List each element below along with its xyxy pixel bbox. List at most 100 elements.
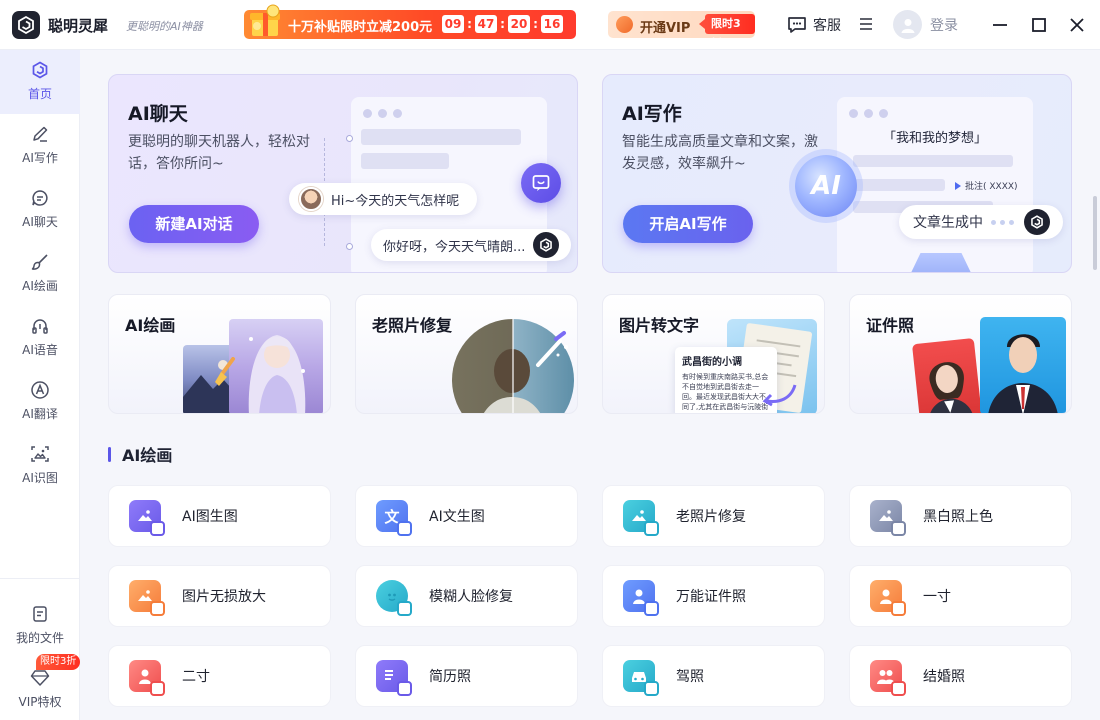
- feature-ai-painting[interactable]: AI绘画: [108, 294, 331, 414]
- sidebar-item-home[interactable]: 首页: [0, 50, 80, 114]
- vip-discount-badge: 限时3折: [699, 14, 755, 50]
- wedding-photo-icon: [870, 660, 906, 696]
- tool-label: AI文生图: [429, 509, 485, 525]
- sidebar-item-label: AI语音: [22, 343, 58, 357]
- tool-label: 二寸: [182, 669, 210, 685]
- sidebar-item-ai-writing[interactable]: AI写作: [0, 114, 80, 178]
- tool-text-to-image[interactable]: 文 AI文生图: [355, 485, 578, 547]
- magic-wand-icon: [536, 331, 568, 367]
- promo-banner[interactable]: 十万补贴限时立减200元 09 : 47 : 20 : 16: [244, 4, 576, 39]
- user-message-bubble: Hi~今天的天气怎样呢: [289, 183, 477, 215]
- sidebar-item-label: AI翻译: [22, 407, 58, 421]
- blue-background-id-photo: [980, 317, 1066, 413]
- app-logo-icon: [1024, 209, 1050, 235]
- timer-seconds: 20: [508, 15, 530, 33]
- tool-lossless-upscale[interactable]: 图片无损放大: [108, 565, 331, 627]
- upscale-icon: [129, 580, 165, 616]
- extracted-text-body: 有时候到重庆南路买书,总会不自觉地到武昌街去走一回。最近发现武昌街大大不同了,尤…: [682, 373, 769, 411]
- chat-bubble-icon: [788, 17, 806, 33]
- hero-description: 智能生成高质量文章和文案，激发灵感，效率飙升~: [622, 134, 818, 172]
- home-icon: [29, 59, 51, 81]
- document-title: 「我和我的梦想」: [882, 131, 987, 146]
- sidebar-item-ai-translate[interactable]: AI翻译: [0, 370, 80, 434]
- title-bar: 聪明灵犀 更聪明的AI神器 十万补贴限时立减200元 09 : 47 : 20 …: [0, 0, 1100, 50]
- feature-title: 图片转文字: [619, 316, 700, 335]
- tool-label: 模糊人脸修复: [429, 589, 513, 605]
- tool-face-repair[interactable]: 模糊人脸修复: [355, 565, 578, 627]
- tool-label: 结婚照: [923, 669, 965, 685]
- arrow-icon: [762, 384, 797, 407]
- hero-title: AI聊天: [128, 103, 188, 125]
- tool-label: 老照片修复: [676, 509, 746, 525]
- anime-girl-painting-image: [229, 319, 323, 413]
- customer-service-button[interactable]: 客服: [787, 15, 841, 35]
- login-button[interactable]: 登录: [893, 10, 958, 39]
- ai-writing-card[interactable]: AI写作 智能生成高质量文章和文案，激发灵感，效率飙升~ 开启AI写作 「我和我…: [602, 74, 1072, 273]
- tool-resume-photo[interactable]: 简历照: [355, 645, 578, 707]
- image-scan-icon: [29, 443, 51, 465]
- tool-wedding-photo[interactable]: 结婚照: [849, 645, 1072, 707]
- sidebar-item-ai-chat[interactable]: AI聊天: [0, 178, 80, 242]
- sidebar-item-label: VIP特权: [18, 695, 62, 709]
- app-slogan: 更聪明的AI神器: [126, 20, 203, 33]
- sidebar-item-ai-image-recognition[interactable]: AI识图: [0, 434, 80, 498]
- sidebar-item-ai-voice[interactable]: AI语音: [0, 306, 80, 370]
- ai-orb-icon: AI: [795, 155, 857, 217]
- countdown-timer: 09 : 47 : 20 : 16: [442, 15, 563, 33]
- tool-label: 万能证件照: [676, 589, 746, 605]
- headphones-icon: [29, 315, 51, 337]
- sidebar: 首页 AI写作 AI聊天 AI绘画 AI语音 AI翻译 AI识图 我的文件 VI…: [0, 50, 81, 720]
- image-to-image-icon: [129, 500, 165, 536]
- bot-logo-icon: [533, 232, 560, 258]
- sidebar-item-label: AI绘画: [22, 279, 58, 293]
- open-vip-button[interactable]: 开通VIP 限时3折: [608, 11, 755, 50]
- app-name: 聪明灵犀: [48, 17, 109, 35]
- login-label: 登录: [930, 17, 958, 34]
- user-message-text: Hi~今天的天气怎样呢: [331, 193, 460, 209]
- generating-text: 文章生成中: [913, 215, 983, 231]
- feature-id-photo[interactable]: 证件照: [849, 294, 1072, 414]
- new-ai-chat-button[interactable]: 新建AI对话: [129, 205, 259, 243]
- chat-smile-icon: [521, 163, 561, 203]
- close-icon[interactable]: [1068, 16, 1086, 34]
- vip-label: 开通VIP: [640, 21, 691, 36]
- tool-label: 驾照: [676, 669, 704, 685]
- bot-message-bubble: 你好呀，今天天气晴朗...: [371, 229, 571, 261]
- pen-icon: [29, 123, 51, 145]
- menu-icon[interactable]: [858, 16, 874, 32]
- sidebar-item-my-files[interactable]: 我的文件: [0, 594, 80, 658]
- translate-icon: [29, 379, 51, 401]
- vertical-scrollbar[interactable]: [1093, 196, 1097, 270]
- sidebar-item-label: AI聊天: [22, 215, 58, 229]
- tool-colorize[interactable]: 黑白照上色: [849, 485, 1072, 547]
- tool-universal-id-photo[interactable]: 万能证件照: [602, 565, 825, 627]
- annotation-label: 批注( XXXX): [955, 179, 1018, 192]
- tool-label: 简历照: [429, 669, 471, 685]
- tool-one-inch-photo[interactable]: 一寸: [849, 565, 1072, 627]
- one-inch-photo-icon: [870, 580, 906, 616]
- sidebar-item-ai-painting[interactable]: AI绘画: [0, 242, 80, 306]
- brush-icon: [29, 251, 51, 273]
- red-background-id-photo: [911, 337, 983, 413]
- tool-old-photo-restore[interactable]: 老照片修复: [602, 485, 825, 547]
- feature-old-photo-restore[interactable]: 老照片修复: [355, 294, 578, 414]
- tool-image-to-image[interactable]: AI图生图: [108, 485, 331, 547]
- hero-description: 更聪明的聊天机器人，轻松对话，答你所问~: [128, 134, 310, 172]
- user-avatar-icon: [299, 187, 323, 211]
- minimize-icon[interactable]: [991, 16, 1009, 34]
- start-ai-writing-button[interactable]: 开启AI写作: [623, 205, 753, 243]
- tool-two-inch-photo[interactable]: 二寸: [108, 645, 331, 707]
- generating-status: 文章生成中: [899, 205, 1063, 239]
- ai-chat-card[interactable]: AI聊天 更聪明的聊天机器人，轻松对话，答你所问~ 新建AI对话 Hi~今天的天…: [108, 74, 578, 273]
- sidebar-item-label: 我的文件: [15, 631, 64, 645]
- feature-image-to-text[interactable]: 图片转文字 武昌街的小调 有时候到重庆南路买书,总会不自觉地到武昌街去走一回。最…: [602, 294, 825, 414]
- extracted-text-title: 武昌街的小调: [682, 357, 742, 368]
- maximize-icon[interactable]: [1030, 16, 1048, 34]
- chat-icon: [29, 187, 51, 209]
- colorize-icon: [870, 500, 906, 536]
- tool-label: 黑白照上色: [923, 509, 993, 525]
- tool-driver-license[interactable]: 驾照: [602, 645, 825, 707]
- paint-brush-icon: [215, 357, 235, 386]
- timer-centiseconds: 16: [541, 15, 563, 33]
- feature-title: 证件照: [866, 316, 915, 335]
